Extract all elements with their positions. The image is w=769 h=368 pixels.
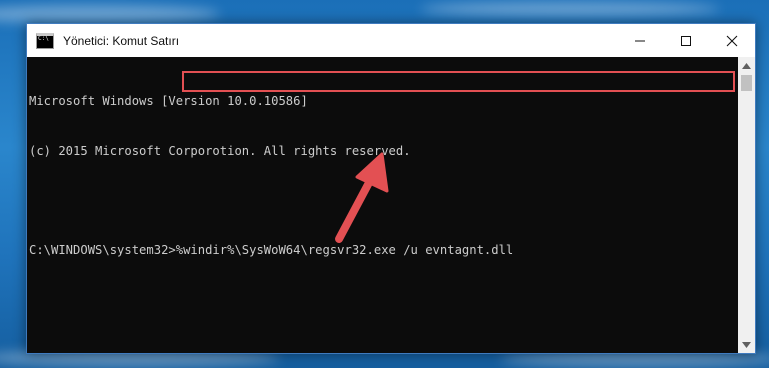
close-icon — [726, 35, 738, 46]
desktop-background: Yönetici: Komut Satırı — [0, 0, 769, 368]
maximize-button[interactable] — [663, 24, 709, 57]
command-prompt-window[interactable]: Yönetici: Komut Satırı — [26, 23, 756, 354]
cloud-streak — [500, 352, 769, 366]
scroll-thumb[interactable] — [741, 75, 752, 91]
annotation-arrow-icon — [335, 152, 389, 243]
window-title: Yönetici: Komut Satırı — [63, 33, 180, 48]
cloud-streak — [0, 5, 220, 23]
close-button[interactable] — [709, 24, 755, 57]
cloud-streak — [420, 2, 720, 16]
cmd-icon — [36, 32, 54, 49]
scroll-down-button[interactable] — [738, 336, 755, 353]
caption-buttons — [617, 24, 755, 57]
vertical-scrollbar[interactable] — [738, 57, 755, 353]
chevron-up-icon — [742, 62, 751, 69]
chevron-down-icon — [742, 341, 751, 348]
minimize-button[interactable] — [617, 24, 663, 57]
console-prompt: C:\WINDOWS\system32> — [29, 242, 176, 257]
minimize-icon — [635, 40, 645, 41]
console-line-version: Microsoft Windows [Version 10.0.10586] — [29, 94, 308, 108]
command-highlight-box — [182, 71, 735, 92]
title-bar[interactable]: Yönetici: Komut Satırı — [27, 24, 755, 57]
scroll-up-button[interactable] — [738, 57, 755, 74]
maximize-icon — [681, 35, 691, 46]
